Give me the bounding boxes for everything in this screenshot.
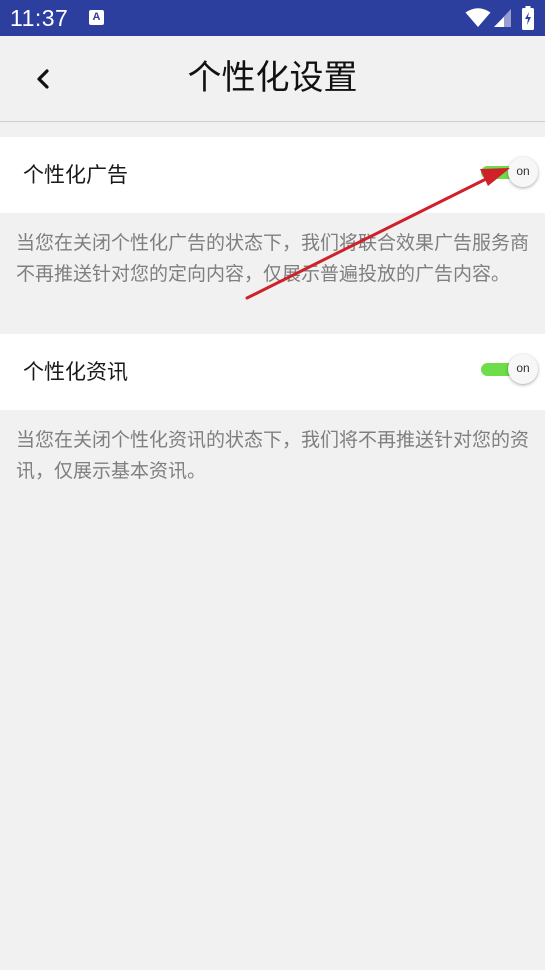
page-title: 个性化设置 <box>187 58 358 98</box>
status-time: 11:37 <box>10 5 69 31</box>
personalized-ads-toggle[interactable]: on <box>481 157 539 189</box>
app-header: 个性化设置 <box>0 36 545 122</box>
setting-label-personalized-news: 个性化资讯 <box>23 360 128 384</box>
setting-row-personalized-ads: 个性化广告 on <box>0 137 545 213</box>
a-icon: A <box>89 10 104 25</box>
signal-icon <box>494 9 511 27</box>
status-bar: 11:37 A <box>0 0 545 36</box>
setting-row-personalized-news: 个性化资讯 on <box>0 334 545 410</box>
back-button[interactable] <box>24 62 64 96</box>
setting-description-personalized-news: 当您在关闭个性化资讯的状态下，我们将不再推送针对您的资讯，仅展示基本资讯。 <box>16 429 530 482</box>
setting-description-personalized-ads: 当您在关闭个性化广告的状态下，我们将联合效果广告服务商不再推送针对您的定向内容，… <box>16 232 530 285</box>
toggle-state-text: on <box>516 164 530 178</box>
chevron-left-icon <box>37 69 49 89</box>
battery-icon <box>522 6 534 30</box>
toggle-state-text: on <box>516 361 530 375</box>
a-icon-glyph: A <box>92 11 101 23</box>
wifi-icon <box>465 8 491 27</box>
personalized-news-toggle[interactable]: on <box>481 354 539 386</box>
setting-label-personalized-ads: 个性化广告 <box>23 163 128 187</box>
